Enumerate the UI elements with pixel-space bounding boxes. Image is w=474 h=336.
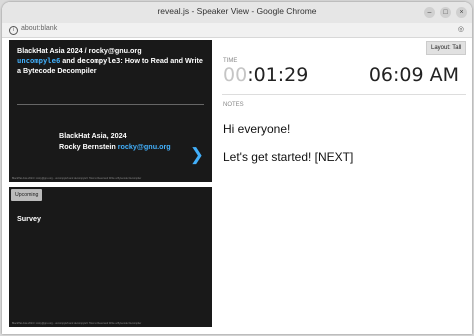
time-separator — [222, 94, 466, 95]
slide-title: BlackHat Asia 2024 / rocky@gnu.org uncom… — [17, 46, 207, 76]
address-bar[interactable]: i about:blank ◎ — [2, 23, 472, 38]
upcoming-badge: Upcoming — [11, 189, 43, 201]
divider — [17, 104, 204, 105]
code-uncompyle6: uncompyle6 — [17, 56, 61, 65]
elapsed-timer[interactable]: 00:01:29 — [223, 64, 308, 86]
next-arrow-icon[interactable]: ❯ — [190, 146, 204, 163]
url-text[interactable]: about:blank — [21, 25, 57, 32]
notes-label: NOTES — [223, 102, 244, 108]
timer-hours: 00 — [223, 64, 248, 86]
timer-rest: :01:29 — [247, 64, 309, 86]
window-title: reveal.js - Speaker View - Google Chrome — [157, 6, 317, 16]
maximize-button[interactable]: □ — [440, 7, 451, 18]
upcoming-footer: BlackHat Asia 2024 / rocky@gnu.org - unc… — [12, 322, 142, 325]
minimize-button[interactable]: – — [424, 7, 435, 18]
author-email-link[interactable]: rocky@gnu.org — [118, 142, 171, 151]
info-icon[interactable]: i — [9, 26, 18, 35]
layout-button[interactable]: Layout: Tall — [426, 41, 467, 55]
author-name: Rocky Bernstein — [59, 142, 118, 151]
author-block: BlackHat Asia, 2024 Rocky Bernstein rock… — [59, 130, 171, 152]
close-button[interactable]: × — [456, 7, 467, 18]
title-bar: reveal.js - Speaker View - Google Chrome… — [2, 2, 472, 23]
speaker-view: BlackHat Asia 2024 / rocky@gnu.org uncom… — [2, 38, 472, 334]
note-line-2: Let's get started! [NEXT] — [223, 150, 354, 164]
event-line: BlackHat Asia, 2024 — [59, 131, 127, 140]
code-decompyle3: decompyle3 — [77, 56, 121, 65]
upcoming-title: Survey — [17, 214, 41, 223]
slide-footer: BlackHat Asia 2024 / rocky@gnu.org - unc… — [12, 177, 142, 180]
slide-header: BlackHat Asia 2024 / rocky@gnu.org — [17, 46, 142, 55]
note-line-1: Hi everyone! — [223, 122, 291, 136]
eye-icon[interactable]: ◎ — [458, 25, 464, 33]
upcoming-slide[interactable]: Upcoming Survey BlackHat Asia 2024 / roc… — [9, 187, 212, 327]
browser-window: reveal.js - Speaker View - Google Chrome… — [2, 2, 472, 334]
and-text: and — [60, 56, 78, 65]
current-slide[interactable]: BlackHat Asia 2024 / rocky@gnu.org uncom… — [9, 40, 212, 182]
clock: 06:09 AM — [368, 64, 459, 86]
